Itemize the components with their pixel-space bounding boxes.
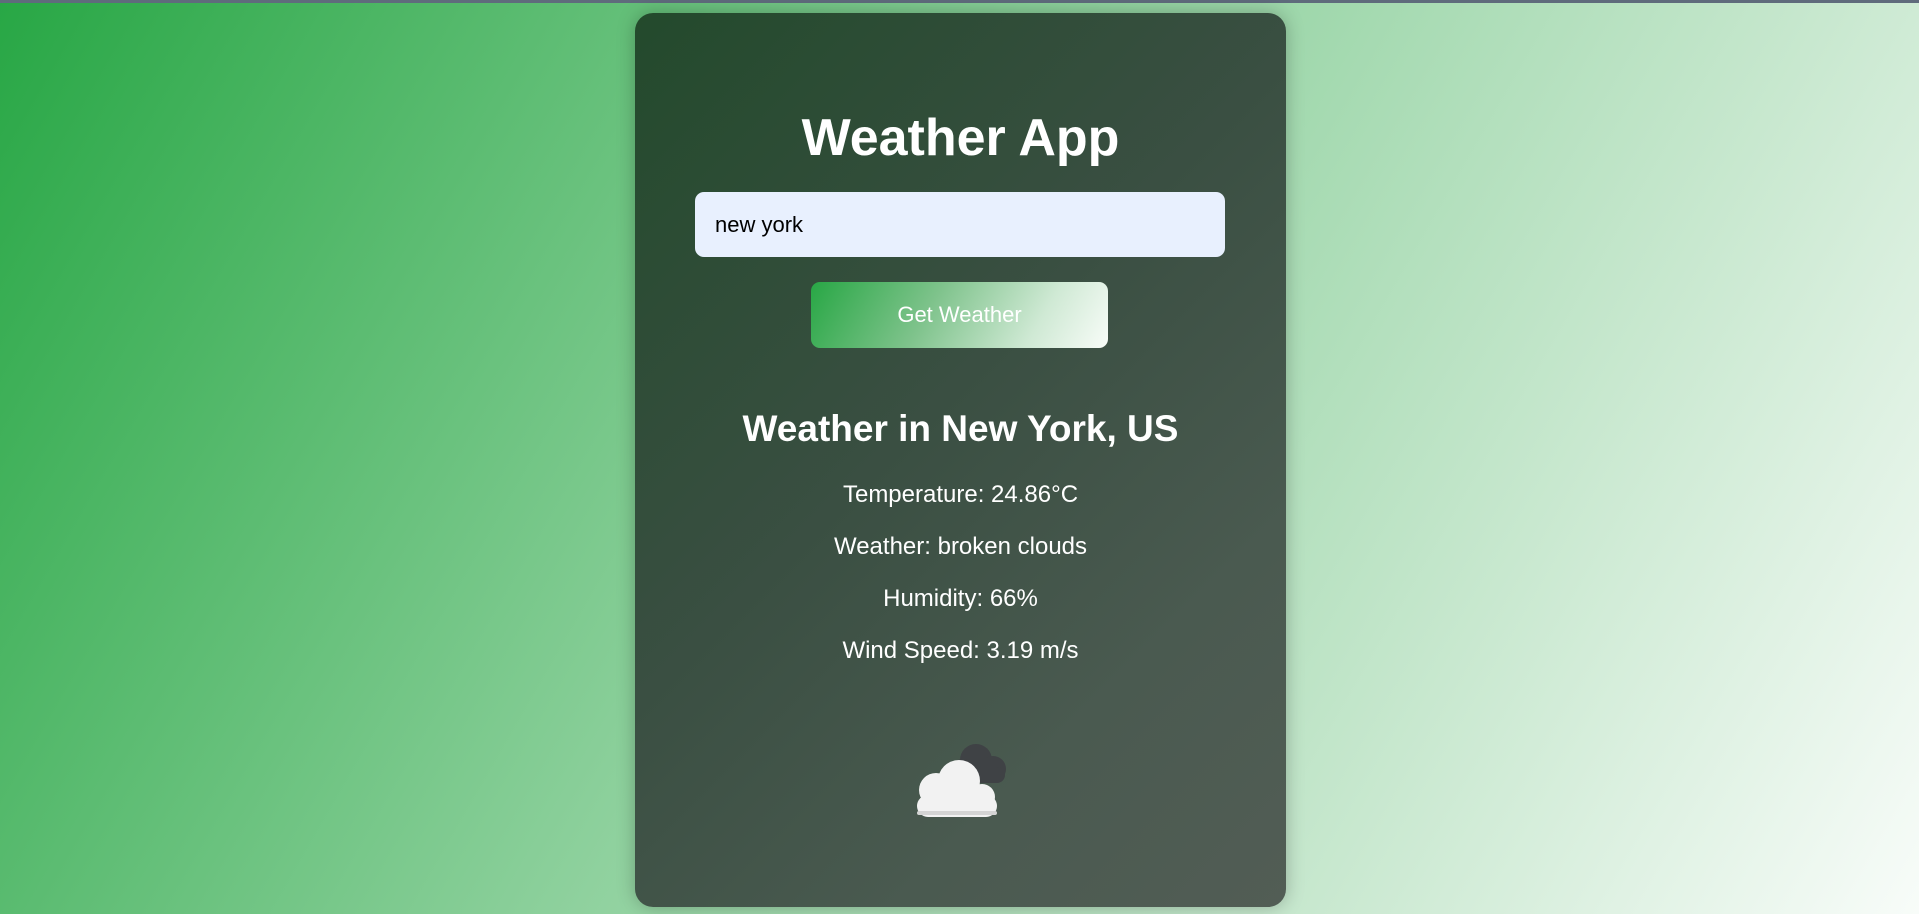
- broken-clouds-icon: [917, 744, 1006, 817]
- humidity-text: Humidity: 66%: [883, 585, 1038, 612]
- weather-location-heading: Weather in New York, US: [742, 408, 1179, 449]
- city-search-input[interactable]: [695, 192, 1225, 257]
- temperature-text: Temperature: 24.86°C: [842, 481, 1079, 508]
- weather-condition-text: Weather: broken clouds: [833, 533, 1088, 560]
- weather-card: Weather App Get Weather Weather in New Y…: [635, 13, 1286, 907]
- window-top-border: [0, 0, 1919, 3]
- get-weather-button[interactable]: Get Weather: [811, 282, 1108, 348]
- app-title: Weather App: [801, 109, 1120, 167]
- wind-speed-text: Wind Speed: 3.19 m/s: [842, 637, 1079, 664]
